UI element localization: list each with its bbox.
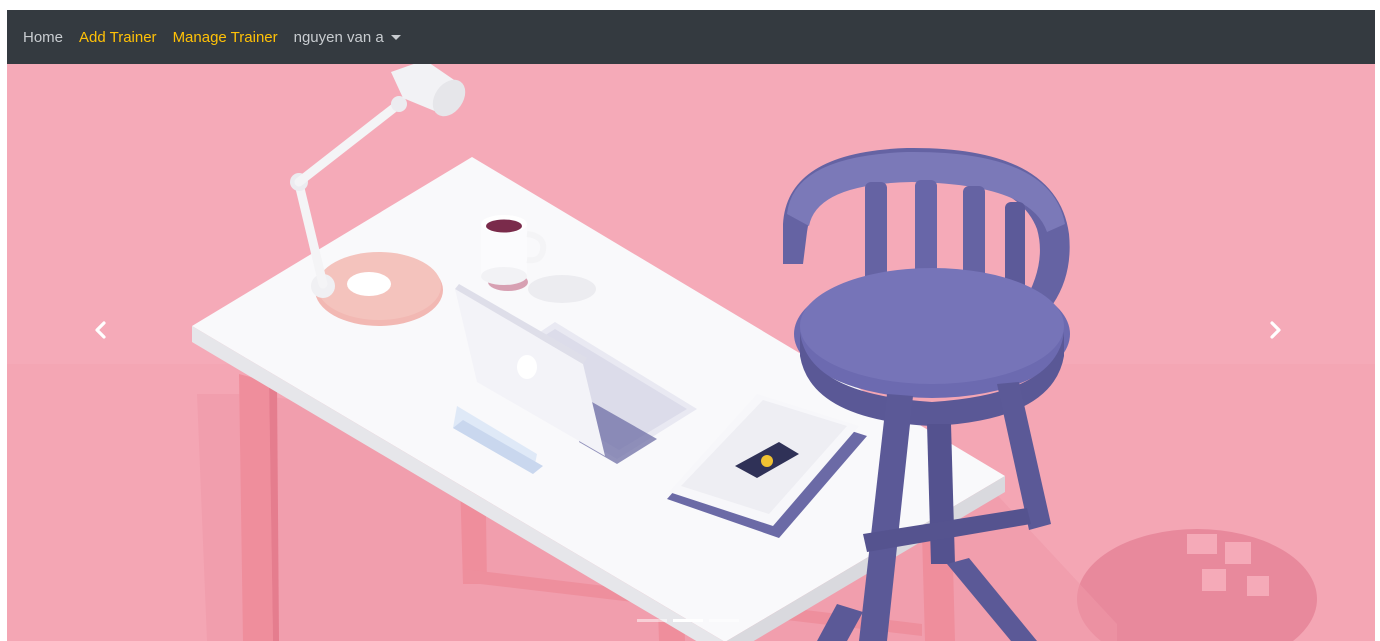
nav-link-home[interactable]: Home xyxy=(23,29,63,46)
carousel-slide-image xyxy=(7,64,1375,641)
nav-link-add-trainer[interactable]: Add Trainer xyxy=(79,29,157,46)
chevron-right-icon xyxy=(1270,321,1281,339)
user-dropdown[interactable]: nguyen van a xyxy=(294,29,401,46)
carousel-indicator[interactable] xyxy=(709,619,739,622)
carousel xyxy=(7,64,1375,641)
user-name: nguyen van a xyxy=(293,28,384,46)
carousel-indicators xyxy=(637,619,745,622)
carousel-prev-button[interactable] xyxy=(83,312,119,348)
carousel-indicator[interactable] xyxy=(637,619,667,622)
nav-link-manage-trainer[interactable]: Manage Trainer xyxy=(173,29,278,46)
carousel-next-button[interactable] xyxy=(1257,312,1293,348)
page: Home Add Trainer Manage Trainer nguyen v… xyxy=(7,10,1375,641)
navbar: Home Add Trainer Manage Trainer nguyen v… xyxy=(7,10,1375,64)
caret-down-icon xyxy=(390,35,401,40)
chevron-left-icon xyxy=(95,321,106,339)
carousel-indicator-active[interactable] xyxy=(673,619,703,622)
